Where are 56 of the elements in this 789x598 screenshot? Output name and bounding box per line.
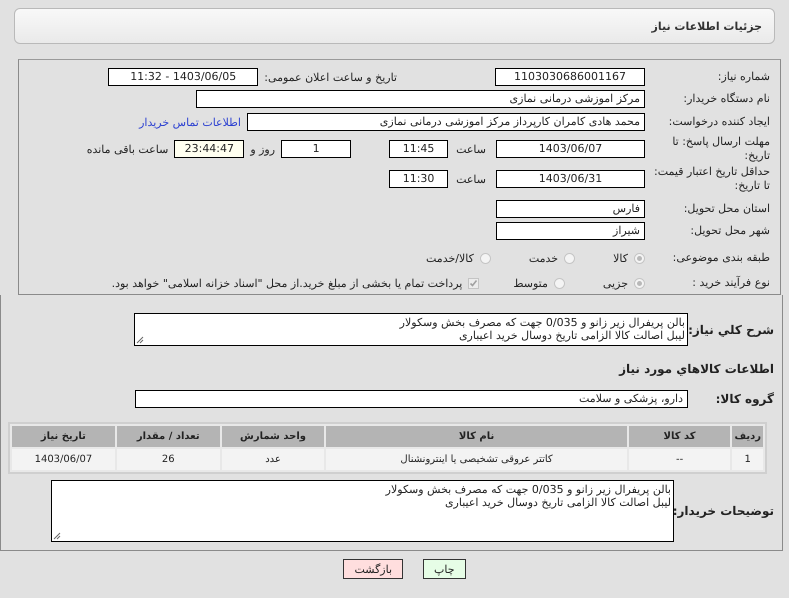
radio-button[interactable] [480, 252, 491, 264]
contact-link[interactable]: اطلاعات تماس خریدار [139, 116, 241, 128]
column-header: تعداد / مقدار [116, 426, 220, 447]
days-field: 1 [281, 140, 352, 158]
radio-button[interactable] [554, 278, 565, 288]
field-label: ساعت [456, 142, 486, 156]
resize-grip-icon[interactable] [136, 336, 144, 344]
time-field: 11:45 [389, 140, 448, 158]
checkbox[interactable] [468, 278, 480, 288]
field-label: تاریخ و ساعت اعلان عمومی: [264, 70, 397, 84]
radio-button[interactable] [634, 278, 645, 288]
field-label: شرح کلي نیاز: [692, 322, 774, 336]
page-title: جزئیات اطلاعات نیاز [652, 20, 762, 32]
column-header: واحد شمارش [222, 426, 324, 447]
field-label: طبقه بندی موضوعی: [672, 251, 770, 265]
table-cell: 1403/06/07 [12, 449, 115, 470]
text-area: بالن پریفرال زیر زانو و 0/035 جهت که مصرف بخش وسکولار لیبل اصالت کالا الزامی تاریخ دوسال خرید اعیباری [51, 480, 674, 542]
radio-button[interactable] [564, 252, 576, 264]
field-label: ساعت باقی مانده [86, 142, 168, 156]
table-cell: -- [628, 449, 730, 470]
column-header: ردیف [732, 426, 763, 447]
field-label: گروه کالا: [714, 392, 774, 406]
resize-grip-icon[interactable] [53, 532, 61, 540]
time-field: 11:30 [389, 170, 448, 188]
field-label: حداقل تاریخ اعتبار قیمت: تا تاریخ: [653, 165, 770, 193]
option-label: کالا [613, 252, 628, 264]
section-heading: اطلاعات کالاهاي مورد نیاز [619, 362, 774, 376]
field-label: ایجاد کننده درخواست: [668, 115, 770, 129]
table-cell: کاتتر عروقی تشخیصی یا اینترونشنال [326, 449, 627, 470]
table-cell: عدد [222, 449, 324, 470]
field-label: مهلت ارسال پاسخ: تا تاریخ: [671, 135, 770, 163]
text-area: بالن پریفرال زیر زانو و 0/035 جهت که مصرف بخش وسکولار لیبل اصالت کالا الزامی تاریخ دوسال خرید اعیباری [134, 313, 688, 346]
back-button[interactable]: بازگشت [343, 559, 404, 579]
option-label: متوسط [513, 276, 548, 290]
table-cell: 1 [732, 449, 763, 470]
option-label: کالا/خدمت [426, 252, 474, 264]
countdown-field: 23:44:47 [174, 140, 244, 158]
field-label: توضیحات خریدار: [674, 504, 774, 518]
field-label: ساعت [456, 172, 486, 186]
print-button[interactable]: چاپ [423, 559, 466, 579]
field-label: نام دستگاه خریدار: [682, 92, 770, 106]
column-header: تاریخ نیاز [12, 426, 115, 447]
column-header: کد کالا [628, 426, 730, 447]
option-label: جزیی [602, 276, 628, 290]
field-label: نوع فرآیند خرید : [691, 276, 770, 290]
date-field: 1403/06/31 [496, 170, 645, 188]
field-label: استان محل تحویل: [682, 202, 770, 216]
field-label: شماره نیاز: [716, 70, 770, 84]
option-label: خدمت [528, 252, 558, 264]
field-label: روز و [250, 142, 276, 156]
checkbox-label: پرداخت تمام یا بخشی از مبلغ خرید.از محل "اسناد خزانه اسلامی" خواهد بود. [112, 276, 462, 290]
date-field: 1403/06/07 [496, 140, 645, 158]
table-cell: 26 [116, 449, 220, 470]
radio-button[interactable] [634, 252, 645, 264]
column-header: نام کالا [326, 426, 627, 447]
field-label: شهر محل تحویل: [689, 224, 770, 238]
